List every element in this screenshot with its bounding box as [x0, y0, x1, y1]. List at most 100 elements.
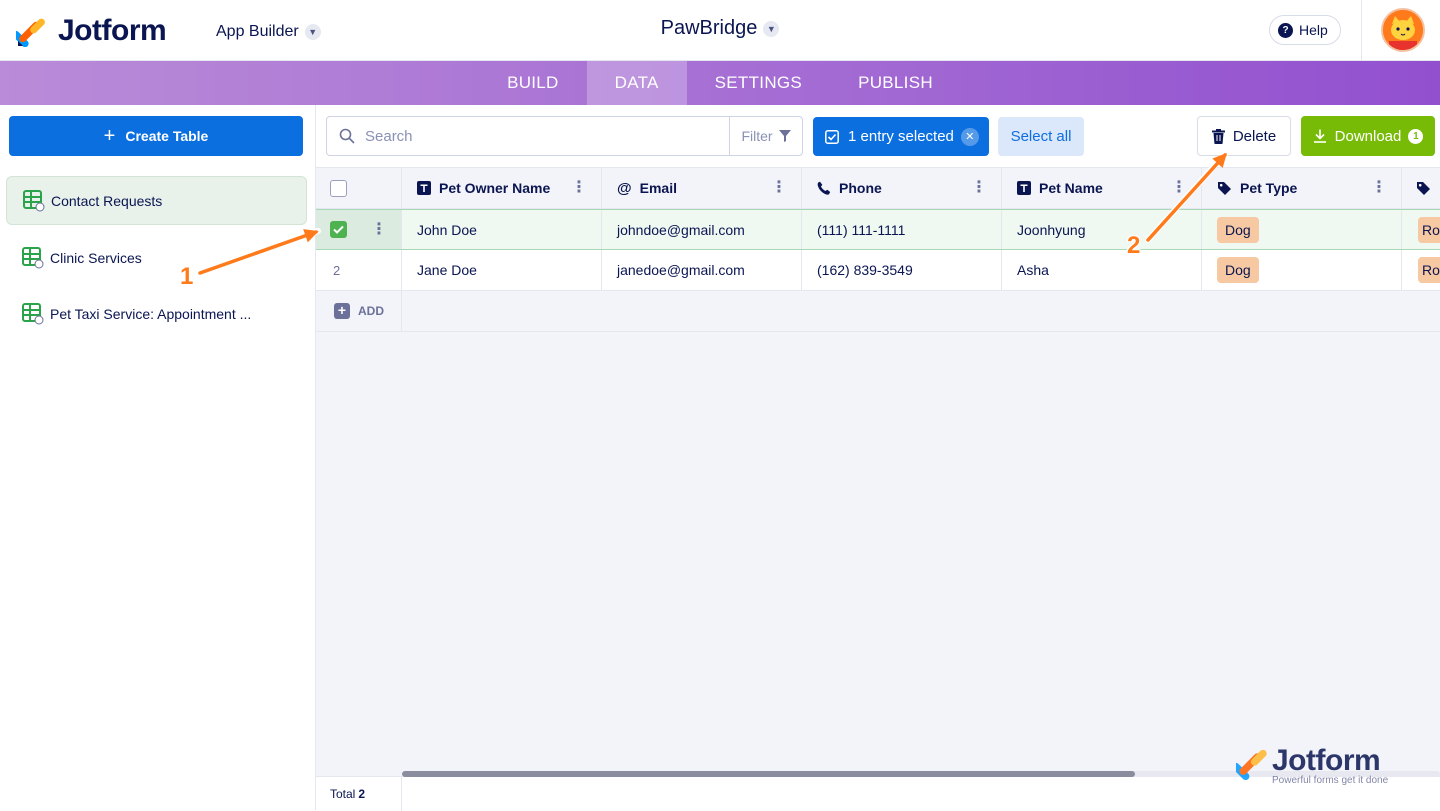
add-label: ADD: [358, 304, 384, 318]
tab-settings[interactable]: SETTINGS: [687, 61, 830, 105]
partial-tag: Ro: [1418, 216, 1440, 243]
cell-pet-owner-name[interactable]: John Doe: [402, 210, 602, 249]
top-bar: Jotform App Builder ▼ PawBridge ▼ ? Help: [0, 0, 1440, 61]
at-sign-icon: @: [617, 179, 632, 197]
phone-icon: [817, 181, 831, 195]
data-table: Pet Owner Name ⋮ @ Email ⋮ Phone ⋮ Pet N…: [316, 167, 1440, 810]
cell-partial[interactable]: Ro: [1402, 210, 1440, 249]
column-header-pet-name[interactable]: Pet Name ⋮: [1002, 168, 1202, 208]
help-button[interactable]: ? Help: [1269, 15, 1341, 45]
download-count-badge: 1: [1408, 128, 1424, 144]
clear-selection-icon[interactable]: ✕: [960, 127, 979, 146]
column-header-phone[interactable]: Phone ⋮: [802, 168, 1002, 208]
cell-partial[interactable]: Ro: [1402, 250, 1440, 290]
column-menu-icon[interactable]: ⋮: [771, 180, 787, 196]
cell-pet-name[interactable]: Joonhyung: [1002, 210, 1202, 249]
create-table-button[interactable]: + Create Table: [9, 116, 303, 156]
jotform-watermark: Jotform Powerful forms get it done: [1236, 744, 1416, 788]
tab-build[interactable]: BUILD: [479, 61, 587, 105]
help-label: Help: [1299, 22, 1328, 38]
plus-icon: +: [103, 125, 116, 147]
column-label: Pet Name: [1039, 180, 1103, 196]
search-icon: [339, 128, 355, 144]
sidebar-item-label: Pet Taxi Service: Appointment ...: [50, 305, 252, 322]
jotform-logo[interactable]: Jotform: [16, 14, 167, 48]
divider: [1361, 0, 1362, 61]
funnel-icon: [778, 130, 791, 142]
select-all-button[interactable]: Select all: [998, 117, 1084, 156]
sidebar-item-label: Clinic Services: [50, 249, 142, 266]
row-menu-icon[interactable]: ⋮: [371, 221, 387, 238]
tab-data[interactable]: DATA: [586, 61, 687, 105]
column-label: Pet Type: [1240, 180, 1298, 196]
watermark-tagline: Powerful forms get it done: [1272, 775, 1389, 786]
total-value: 2: [358, 787, 366, 801]
add-row-button[interactable]: + ADD: [334, 303, 384, 319]
scrollbar-thumb[interactable]: [402, 771, 1135, 777]
partial-tag: Ro: [1418, 257, 1440, 283]
row-checkbox[interactable]: [330, 221, 347, 238]
app-title-dropdown[interactable]: PawBridge ▼: [661, 17, 780, 40]
column-menu-icon[interactable]: ⋮: [1371, 180, 1387, 196]
row-number-cell: 2: [316, 250, 402, 290]
search-input[interactable]: Search: [326, 116, 730, 156]
column-label: Pet Owner Name: [439, 180, 551, 196]
column-header-email[interactable]: @ Email ⋮: [602, 168, 802, 208]
column-menu-icon[interactable]: ⋮: [571, 180, 587, 196]
brand-name: Jotform: [58, 14, 167, 47]
chevron-down-icon: ▼: [763, 20, 780, 37]
delete-button[interactable]: Delete: [1197, 116, 1291, 156]
app-builder-dropdown[interactable]: App Builder ▼: [216, 23, 321, 41]
column-menu-icon[interactable]: ⋮: [1171, 180, 1187, 196]
checkbox-checked-icon: [825, 129, 839, 144]
main-nav: BUILD DATA SETTINGS PUBLISH: [0, 61, 1440, 105]
app-title: PawBridge: [660, 17, 758, 39]
sidebar-item-contact-requests[interactable]: Contact Requests: [6, 176, 307, 225]
cell-pet-owner-name[interactable]: Jane Doe: [402, 250, 602, 290]
cell-email[interactable]: johndoe@gmail.com: [602, 210, 802, 249]
sidebar-item-clinic-services[interactable]: Clinic Services: [6, 233, 307, 282]
table-row[interactable]: ⋮ John Doe johndoe@gmail.com (111) 111-1…: [316, 209, 1440, 250]
chevron-down-icon: ▼: [304, 24, 321, 40]
download-button[interactable]: Download 1: [1301, 116, 1435, 156]
filter-label: Filter: [741, 128, 773, 144]
add-row: + ADD: [316, 291, 1440, 332]
cell-pet-type[interactable]: Dog: [1202, 210, 1402, 249]
column-header-pet-type[interactable]: Pet Type ⋮: [1202, 168, 1402, 208]
column-label: Email: [639, 180, 677, 196]
tag-icon: [1416, 181, 1431, 196]
search-placeholder: Search: [365, 127, 413, 145]
cell-phone[interactable]: (162) 839-3549: [802, 250, 1002, 290]
annotation-step-1: 1: [180, 263, 194, 290]
filter-button[interactable]: Filter: [729, 116, 803, 156]
column-menu-icon[interactable]: ⋮: [971, 180, 987, 196]
download-label: Download: [1334, 127, 1402, 145]
table-header-row: Pet Owner Name ⋮ @ Email ⋮ Phone ⋮ Pet N…: [316, 168, 1440, 209]
selection-count-label: 1 entry selected: [848, 128, 954, 145]
app-builder-label: App Builder: [216, 23, 299, 40]
cell-pet-type[interactable]: Dog: [1202, 250, 1402, 290]
row-select-cell: ⋮: [316, 210, 402, 249]
text-type-icon: [417, 181, 431, 195]
delete-label: Delete: [1232, 127, 1277, 145]
pet-type-tag: Dog: [1217, 257, 1259, 283]
cell-email[interactable]: janedoe@gmail.com: [602, 250, 802, 290]
add-row-cell[interactable]: + ADD: [316, 291, 402, 331]
table-row[interactable]: 2 Jane Doe janedoe@gmail.com (162) 839-3…: [316, 250, 1440, 291]
select-all-checkbox[interactable]: [330, 179, 347, 197]
sidebar-item-label: Contact Requests: [51, 192, 163, 209]
column-header-pet-owner-name[interactable]: Pet Owner Name ⋮: [402, 168, 602, 208]
avatar[interactable]: [1381, 8, 1425, 52]
row-number: 2: [333, 262, 341, 278]
column-header-partial[interactable]: [1402, 168, 1440, 208]
cell-phone[interactable]: (111) 111-1111: [802, 210, 1002, 249]
tag-icon: [1217, 181, 1232, 196]
cell-pet-name[interactable]: Asha: [1002, 250, 1202, 290]
column-label: Phone: [839, 180, 882, 196]
plus-icon: +: [334, 303, 350, 319]
checkmark-icon: [333, 225, 344, 234]
sidebar-item-pet-taxi-service[interactable]: Pet Taxi Service: Appointment ...: [6, 289, 307, 338]
tab-publish[interactable]: PUBLISH: [830, 61, 961, 105]
selection-chip[interactable]: 1 entry selected ✕: [813, 117, 989, 156]
table-icon: [22, 246, 44, 268]
